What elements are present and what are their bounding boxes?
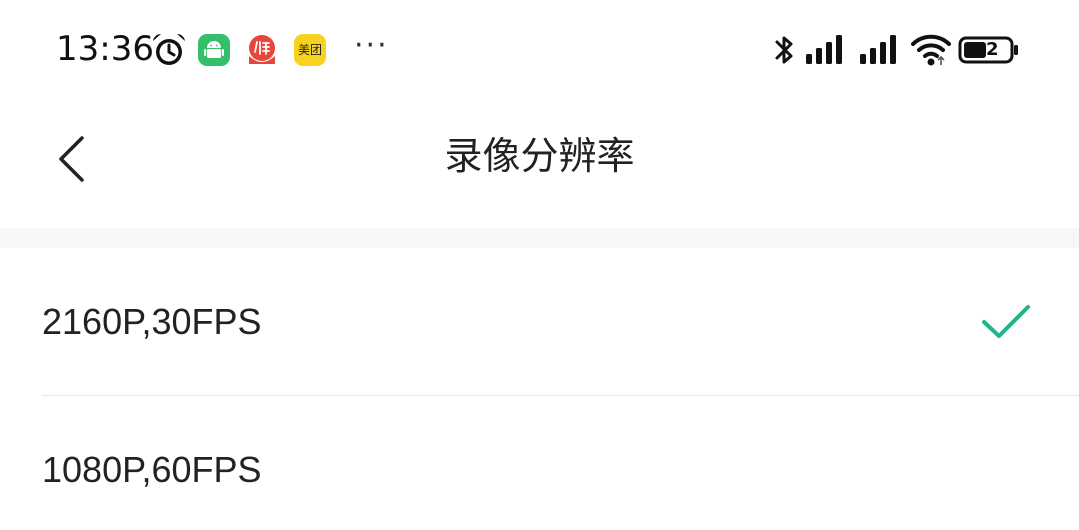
signal-icon [860, 35, 896, 64]
screen: 13:36 美团 ··· 22 录像分辨率 2160P,30FPS 1080P,… [0, 0, 1079, 530]
option-label: 1080P,60FPS [42, 449, 262, 490]
bluetooth-icon [775, 36, 793, 64]
meituan-app-icon: 美团 [294, 34, 326, 66]
section-divider [0, 228, 1079, 248]
option-1080p-60fps[interactable]: 1080P,60FPS [0, 396, 1079, 530]
alarm-clock-icon [153, 33, 185, 65]
checkmark-icon [982, 305, 1030, 338]
meituan-app-label: 美团 [297, 43, 322, 57]
option-label: 2160P,30FPS [42, 301, 262, 342]
signal-icon [806, 35, 842, 64]
header: 录像分辨率 [0, 100, 1079, 216]
option-2160p-30fps[interactable]: 2160P,30FPS [0, 248, 1079, 396]
page-title: 录像分辨率 [444, 134, 635, 178]
zhi-app-icon [246, 34, 278, 66]
wifi-icon [911, 34, 951, 66]
more-dots-icon: ··· [354, 28, 389, 63]
android-app-icon [198, 34, 230, 66]
battery-icon: 22 [958, 36, 1020, 64]
status-time: 13:36 [56, 29, 154, 69]
battery-level: 22 [973, 39, 999, 60]
status-bar: 13:36 美团 ··· 22 [0, 0, 1079, 100]
resolution-options-list: 2160P,30FPS 1080P,60FPS [0, 248, 1079, 530]
